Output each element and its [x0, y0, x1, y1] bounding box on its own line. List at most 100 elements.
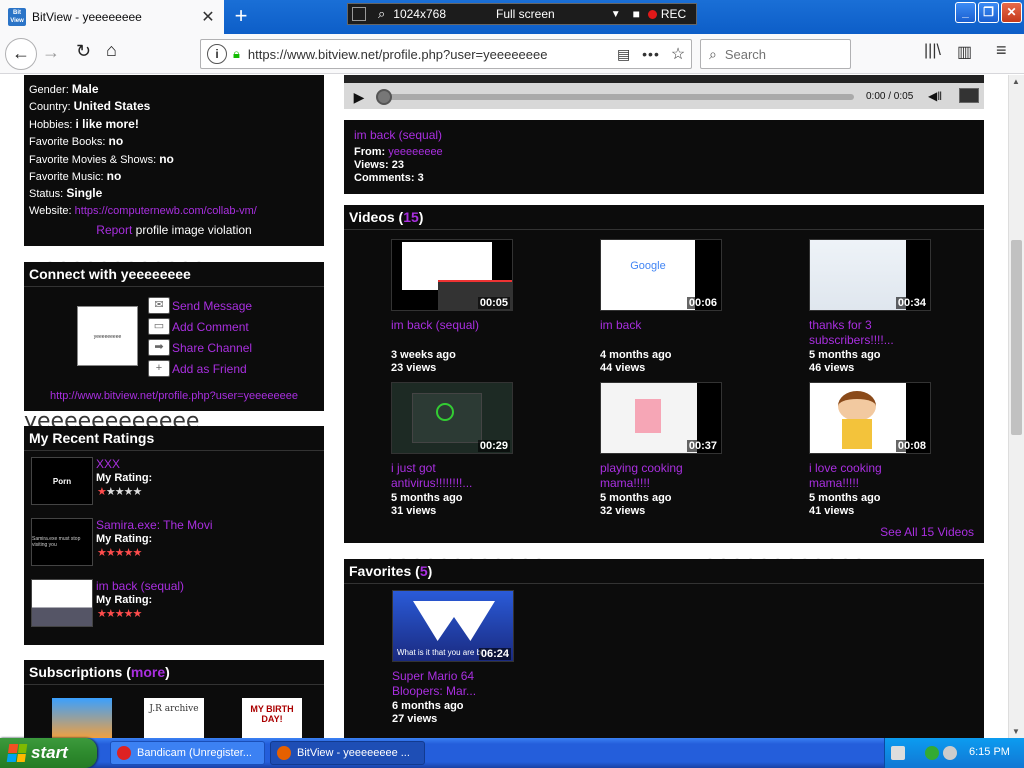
camera-icon[interactable]: ■ [633, 7, 640, 21]
play-icon[interactable]: ▶ [348, 87, 370, 107]
rating-thumbnail[interactable]: Porn [31, 457, 93, 505]
video-frame[interactable] [344, 75, 984, 83]
tab-bitview[interactable]: Bit View BitView - yeeeeeeee ✕ [0, 0, 224, 34]
uploader-link[interactable]: yeeeeeeee [388, 146, 442, 158]
video-thumbnail[interactable]: 00:37 [600, 382, 722, 454]
menu-icon[interactable]: ≡ [996, 40, 1007, 61]
close-window-button[interactable]: ✕ [1001, 2, 1022, 23]
network-icon[interactable] [925, 746, 939, 760]
lock-icon[interactable]: 🔒︎ [233, 46, 240, 62]
tab-strip: Bit View BitView - yeeeeeeee ✕ + ⌕ 1024x… [0, 0, 1024, 34]
info-icon[interactable]: i [207, 44, 227, 64]
video-title-link[interactable]: Super Mario 64 Bloopers: Mar... [392, 669, 517, 699]
rating-title-link[interactable]: Samira.exe: The Movi [96, 518, 213, 532]
my-rating-label: My Rating: [96, 533, 153, 545]
scrollbar-thumb[interactable] [1011, 240, 1022, 435]
video-title-link[interactable]: im back (sequal) [391, 318, 516, 333]
from-label: From: [354, 146, 386, 158]
video-thumbnail[interactable]: 00:34 [809, 239, 931, 311]
video-thumbnail[interactable]: 00:29 [391, 382, 513, 454]
videos-count: 15 [403, 209, 419, 225]
star-icon: ★★★★★ [97, 608, 142, 620]
magnifier-icon[interactable]: ⌕ [378, 6, 385, 22]
bandicam-resolution[interactable]: 1024x768 [393, 7, 446, 21]
current-video-title[interactable]: im back (sequal) [354, 128, 974, 142]
video-title-link[interactable]: im back [600, 318, 725, 333]
thumbnail-shape [413, 601, 495, 641]
seek-bar[interactable] [382, 94, 854, 100]
search-placeholder: Search [724, 46, 767, 62]
new-tab-button[interactable]: + [228, 4, 254, 30]
video-thumbnail[interactable]: 00:05 [391, 239, 513, 311]
profile-info-box: Gender: Male Country: United States Hobb… [24, 75, 324, 246]
forward-button[interactable]: → [42, 42, 60, 63]
videos-title: Videos [349, 209, 395, 225]
home-button[interactable]: ⌂ [106, 40, 117, 61]
subscription-thumbnail[interactable] [52, 698, 112, 738]
videos-box: Videos (15) 00:05 im back (sequal) 3 wee… [344, 205, 984, 543]
volume-icon[interactable]: ◀‖ [928, 89, 942, 103]
video-thumbnail[interactable]: 00:08 [809, 382, 931, 454]
vertical-scrollbar[interactable]: ▲ ▼ [1008, 75, 1024, 738]
bandicam-grip-icon[interactable] [352, 7, 366, 21]
scroll-up-icon[interactable]: ▲ [1012, 77, 1020, 86]
avatar[interactable]: yeeeeeeeee [77, 306, 138, 366]
bookmark-star-icon[interactable]: ☆ [665, 44, 691, 64]
search-input[interactable]: ⌕ Search [700, 39, 851, 69]
subscriptions-more-link[interactable]: more [131, 664, 165, 680]
rating-title-link[interactable]: XXX [96, 457, 120, 471]
cooking-mama-face [838, 391, 876, 421]
dropdown-arrow-icon[interactable]: ▼ [611, 9, 621, 20]
close-tab-icon[interactable]: ✕ [198, 7, 218, 27]
rating-thumbnail[interactable]: Samira.exe must stop visiting you [31, 518, 93, 566]
maximize-button[interactable]: ❐ [978, 2, 999, 23]
address-bar[interactable]: i 🔒︎ https://www.bitview.net/profile.php… [200, 39, 692, 69]
volume-tray-icon[interactable] [943, 746, 957, 760]
video-thumbnail[interactable]: What is it that you are bl... 06:24 [392, 590, 514, 662]
reader-view-icon[interactable]: ▤ [617, 46, 637, 63]
start-button[interactable]: start [0, 738, 97, 768]
seek-handle[interactable] [376, 89, 392, 105]
add-friend-link[interactable]: + Add as Friend [148, 358, 252, 379]
video-title-link[interactable]: i love cooking mama!!!!! [809, 461, 934, 491]
minimize-button[interactable]: _ [955, 2, 976, 23]
taskbar-item-bandicam[interactable]: Bandicam (Unregister... [110, 741, 265, 765]
add-comment-link[interactable]: ▭ Add Comment [148, 316, 252, 337]
report-link[interactable]: Report [96, 223, 132, 237]
favorites-count: 5 [419, 563, 428, 579]
taskbar-item-firefox[interactable]: BitView - yeeeeeeee ... [270, 741, 425, 765]
rating-title-link[interactable]: im back (sequal) [96, 579, 184, 593]
library-icon[interactable]: |||\ [924, 42, 941, 60]
video-thumbnail[interactable]: Google 00:06 [600, 239, 722, 311]
bitview-favicon-icon: Bit View [8, 8, 26, 26]
rec-button[interactable]: REC [647, 7, 686, 21]
bandicam-mode[interactable]: Full screen [496, 7, 555, 21]
video-title-link[interactable]: thanks for 3 subscribers!!!!... [809, 318, 934, 348]
reload-button[interactable]: ↻ [76, 41, 91, 62]
add-comment-label: Add Comment [172, 319, 249, 334]
subscriptions-header: Subscriptions (more) [24, 660, 324, 685]
video-views: 44 views [600, 362, 646, 374]
back-button[interactable]: ← [5, 38, 37, 70]
video-title-link[interactable]: i just got antivirus!!!!!!!!... [391, 461, 516, 491]
fullscreen-icon[interactable] [959, 88, 979, 103]
rating-thumbnail[interactable] [31, 579, 93, 627]
share-channel-link[interactable]: ➡ Share Channel [148, 337, 252, 358]
channel-url-link[interactable]: http://www.bitview.net/profile.php?user=… [24, 390, 324, 402]
connect-title: Connect with yeeeeeeee [24, 262, 324, 287]
video-title-link[interactable]: playing cooking mama!!!!! [600, 461, 725, 491]
see-all-videos-link[interactable]: See All 15 Videos [880, 525, 974, 539]
keyboard-icon[interactable] [891, 746, 905, 760]
video-views: 46 views [809, 362, 855, 374]
page-actions-icon[interactable]: ••• [637, 46, 665, 62]
send-message-link[interactable]: ✉ Send Message [148, 295, 252, 316]
website-link[interactable]: https://computernewb.com/collab-vm/ [75, 205, 257, 217]
url-text[interactable]: https://www.bitview.net/profile.php?user… [248, 47, 617, 62]
sidebar-icon[interactable]: ▥ [957, 42, 972, 62]
share-channel-label: Share Channel [172, 340, 253, 355]
subscription-thumbnail[interactable]: MY BIRTH DAY! [242, 698, 302, 738]
subscription-thumbnail[interactable]: J.R archive [144, 698, 204, 738]
scroll-down-icon[interactable]: ▼ [1012, 727, 1020, 736]
ratings-title: My Recent Ratings [24, 426, 324, 451]
player-time: 0:00 / 0:05 [866, 91, 914, 102]
